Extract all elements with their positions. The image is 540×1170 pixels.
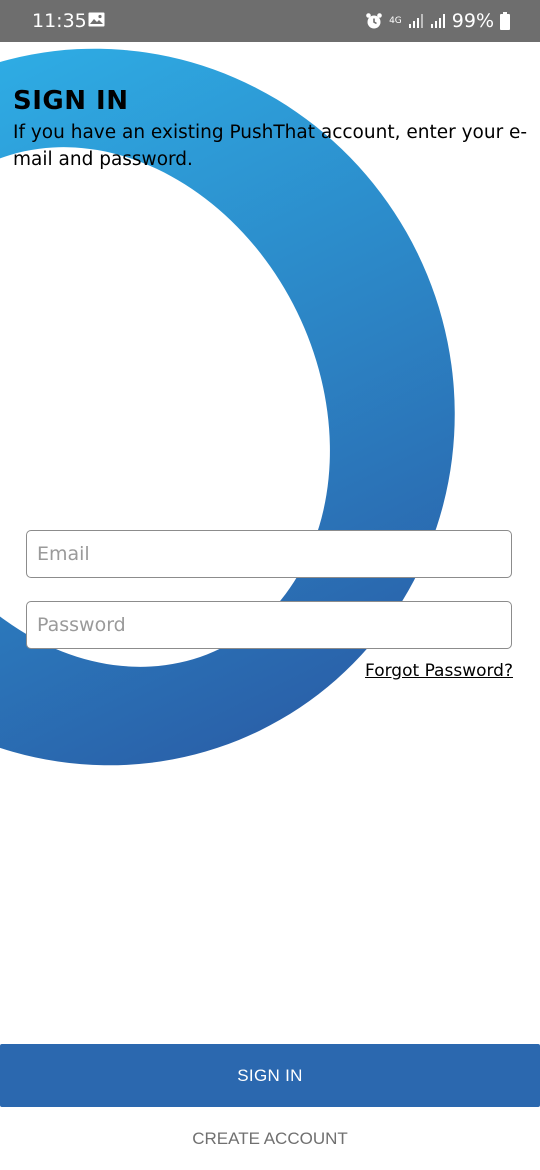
create-account-button[interactable]: CREATE ACCOUNT bbox=[0, 1124, 540, 1154]
sign-in-button[interactable]: SIGN IN bbox=[0, 1044, 540, 1107]
email-field[interactable] bbox=[26, 530, 512, 578]
gallery-icon bbox=[88, 12, 105, 27]
battery-icon bbox=[500, 12, 510, 30]
status-icons: 4G 99% bbox=[359, 9, 510, 33]
status-bar: 11:35 4G 99% bbox=[0, 0, 540, 42]
sign-in-screen: SIGN IN If you have an existing PushThat… bbox=[0, 42, 540, 1170]
password-field[interactable] bbox=[26, 601, 512, 649]
network-type: 4G bbox=[389, 15, 402, 26]
signal-icon-2 bbox=[430, 14, 445, 28]
battery-percent: 99% bbox=[451, 10, 494, 32]
forgot-password-link[interactable]: Forgot Password? bbox=[365, 661, 513, 681]
signal-icon bbox=[408, 14, 423, 28]
alarm-icon bbox=[366, 13, 382, 29]
status-time: 11:35 bbox=[32, 10, 87, 32]
page-title: SIGN IN bbox=[13, 86, 129, 116]
page-subtitle: If you have an existing PushThat account… bbox=[13, 122, 528, 170]
